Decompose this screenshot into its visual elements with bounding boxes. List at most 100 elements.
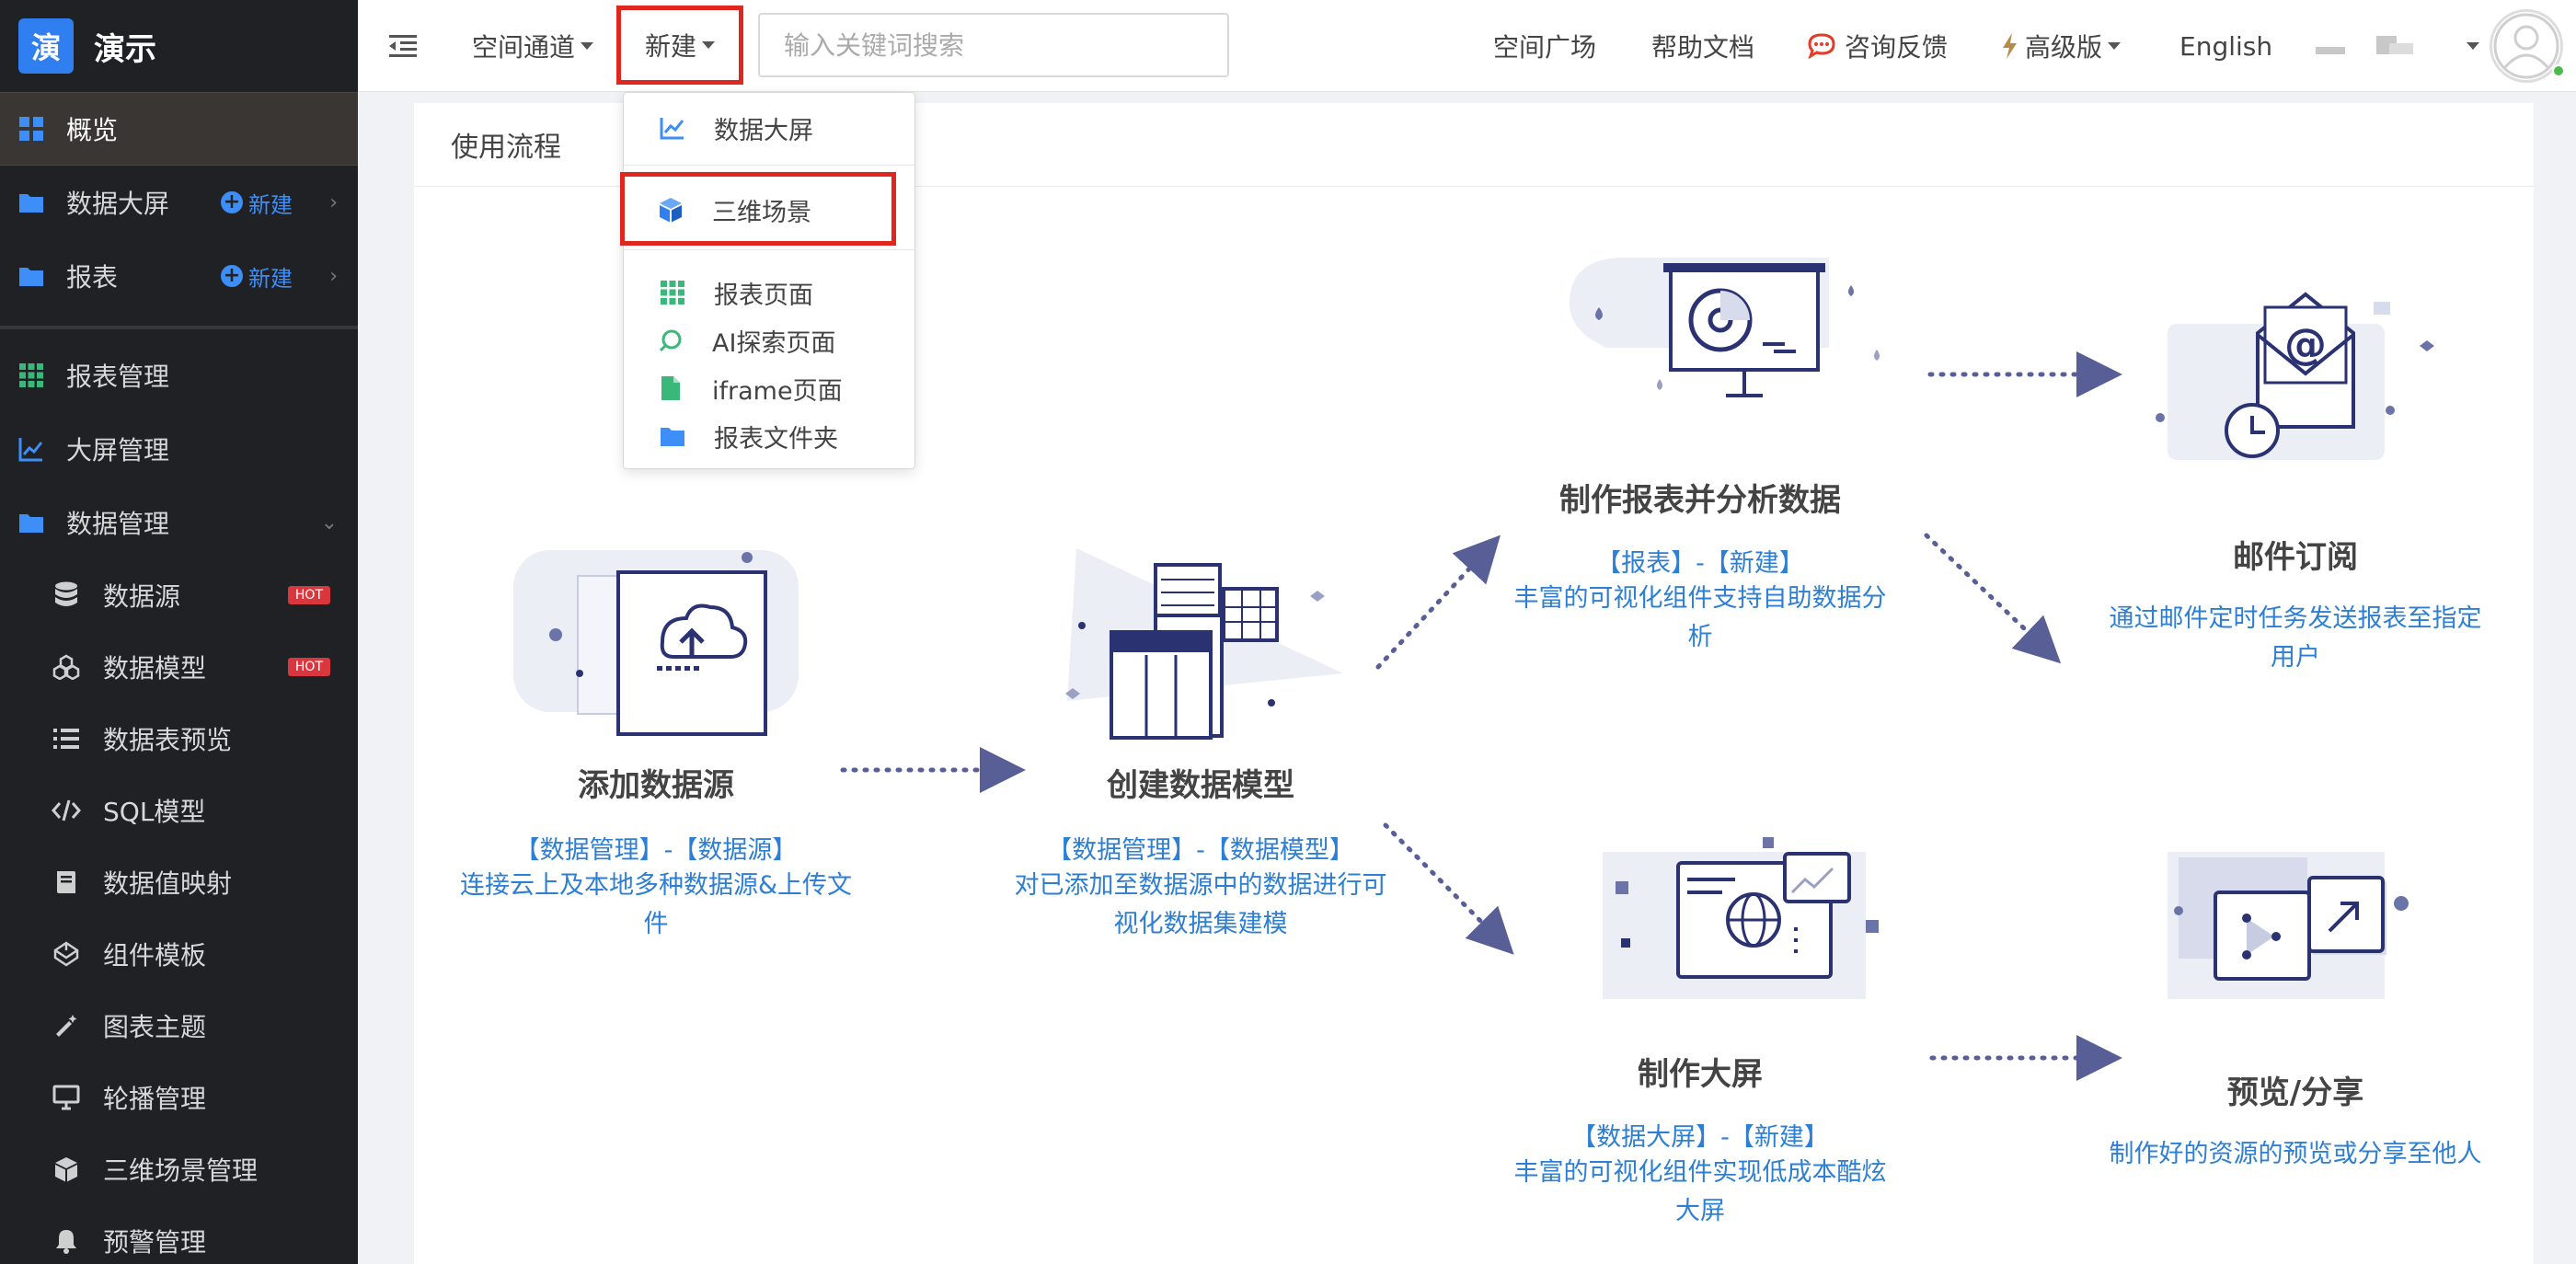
step-dashboard-tag[interactable]: 【数据大屏】-【新建】 (1496, 1117, 1904, 1153)
menu-item-label: iframe页面 (712, 376, 843, 406)
chevron-down-icon[interactable]: ⌄ (321, 511, 338, 534)
magic-wand-icon (52, 1011, 81, 1040)
desc-line: 析 (1687, 623, 1713, 651)
code-icon (52, 796, 81, 825)
sidebar-item-label: 数据表预览 (103, 725, 233, 755)
online-status-dot (2552, 64, 2565, 77)
edition-label: 高级版 (2025, 32, 2103, 63)
folder-icon (17, 188, 46, 217)
sidebar-item-datasource[interactable]: 数据源 HOT (0, 559, 358, 631)
new-link-label: 新建 (248, 191, 293, 218)
sidebar-item-chart-theme[interactable]: 图表主题 (0, 990, 358, 1062)
new-report-link[interactable]: + 新建 (221, 260, 293, 293)
step-report-analysis-tag[interactable]: 【报表】-【新建】 (1496, 543, 1904, 579)
cubes-icon (52, 652, 81, 682)
caret-down-icon (2108, 42, 2122, 50)
grid-icon (659, 279, 686, 306)
brand[interactable]: 演 演示 (0, 0, 358, 92)
menu-highlight-box (620, 172, 896, 246)
sidebar-item-label: 轮播管理 (103, 1084, 207, 1114)
step-email-subscription-desc: 通过邮件定时任务发送报表至指定 用户 (2094, 600, 2497, 677)
search-input[interactable] (758, 13, 1229, 77)
account-caret[interactable] (2461, 0, 2479, 92)
sidebar-item-label: SQL模型 (103, 797, 206, 827)
menu-item-data-screen[interactable]: 数据大屏 (624, 104, 914, 152)
sidebar-item-label: 预警管理 (103, 1227, 207, 1258)
menu-item-ai-explore[interactable]: AI探索页面 (624, 316, 914, 364)
sidebar-item-label: 概览 (66, 115, 119, 145)
desc-line: 丰富的可视化组件实现低成本酷炫 (1513, 1158, 1887, 1187)
caret-down-icon (581, 42, 594, 50)
desc-line: 连接云上及本地多种数据源&上传文 (459, 871, 853, 900)
sidebar-item-screen-management[interactable]: 大屏管理 (0, 412, 358, 486)
menu-item-label: AI探索页面 (712, 328, 836, 358)
menu-item-report-page[interactable]: 报表页面 (624, 269, 914, 316)
sidebar-item-value-mapping[interactable]: 数据值映射 (0, 846, 358, 918)
new-data-screen-link[interactable]: + 新建 (221, 187, 293, 219)
plus-icon: + (221, 191, 243, 213)
menu-item-report-folder[interactable]: 报表文件夹 (624, 412, 914, 460)
step-report-analysis-title: 制作报表并分析数据 (1559, 482, 1841, 519)
desc-line: 大屏 (1675, 1197, 1725, 1225)
desc-line: 丰富的可视化组件支持自助数据分 (1513, 584, 1887, 613)
step-preview-share-desc: 制作好的资源的预览或分享至他人 (2094, 1135, 2497, 1174)
sidebar-item-3d-scene-management[interactable]: 三维场景管理 (0, 1133, 358, 1205)
step-create-model-tag[interactable]: 【数据管理】-【数据模型】 (962, 830, 1439, 866)
desc-line: 通过邮件定时任务发送报表至指定 (2109, 604, 2482, 633)
feedback-label: 咨询反馈 (1845, 32, 1949, 63)
database-icon (52, 580, 81, 610)
desc-line: 用户 (2271, 643, 2320, 672)
menu-item-label: 报表文件夹 (714, 424, 838, 454)
bell-icon (52, 1226, 81, 1256)
sidebar-item-alert-management[interactable]: 预警管理 (0, 1205, 358, 1264)
sidebar-item-component-template[interactable]: 组件模板 (0, 918, 358, 990)
caret-down-icon (2467, 42, 2479, 50)
datasource-illustration (513, 550, 799, 736)
brand-name: 演示 (94, 30, 156, 68)
folder-icon (17, 508, 46, 537)
report-analysis-illustration (1570, 258, 1880, 397)
space-channel-dropdown[interactable]: 空间通道 (472, 0, 594, 92)
preview-share-illustration (2168, 852, 2409, 999)
menu-item-label: 数据大屏 (714, 116, 813, 145)
step-create-model-title: 创建数据模型 (1107, 767, 1294, 804)
list-icon (52, 724, 81, 753)
sidebar-item-overview[interactable]: 概览 (0, 92, 358, 166)
sidebar-item-carousel[interactable]: 轮播管理 (0, 1062, 358, 1133)
menu-item-iframe-page[interactable]: iframe页面 (624, 364, 914, 412)
sidebar-item-label: 报表管理 (66, 362, 170, 392)
caret-down-icon (702, 41, 715, 49)
step-email-subscription-title: 邮件订阅 (2233, 539, 2358, 576)
step-dashboard-desc: 丰富的可视化组件实现低成本酷炫 大屏 (1496, 1154, 1904, 1231)
workspace-placeholder-icon (2316, 0, 2472, 92)
sidebar-item-sql-model[interactable]: SQL模型 (0, 775, 358, 846)
edition-dropdown[interactable]: 高级版 (2001, 0, 2122, 92)
chat-bubble-icon (1808, 33, 1835, 59)
sidebar: 演 演示 概览 数据大屏 + 新建 › 报表 + 新建 › 报表管理 大屏管理 … (0, 0, 358, 1264)
sidebar-item-label: 大屏管理 (66, 435, 170, 465)
sidebar-item-label: 数据值映射 (103, 868, 233, 899)
language-switch[interactable]: English (2179, 0, 2272, 92)
space-square-link[interactable]: 空间广场 (1493, 0, 1596, 92)
step-add-datasource-tag[interactable]: 【数据管理】-【数据源】 (414, 830, 898, 866)
help-docs-link[interactable]: 帮助文档 (1651, 0, 1754, 92)
monitor-icon (52, 1083, 81, 1112)
line-chart-icon (17, 434, 46, 464)
top-header: 空间通道 新建 空间广场 帮助文档 咨询反馈 高级版 English (358, 0, 2576, 92)
sidebar-item-data-screen[interactable]: 数据大屏 + 新建 › (0, 166, 358, 239)
chevron-right-icon[interactable]: › (329, 265, 338, 288)
feedback-link[interactable]: 咨询反馈 (1808, 0, 1948, 92)
collapse-sidebar-icon[interactable] (389, 0, 417, 92)
file-icon (657, 374, 684, 402)
chevron-right-icon[interactable]: › (329, 191, 338, 214)
line-chart-icon (659, 114, 686, 142)
new-dropdown-menu: 数据大屏 三维场景 报表页面 AI探索页面 iframe页面 报表文件夹 (620, 92, 915, 469)
new-link-label: 新建 (248, 265, 293, 292)
sidebar-item-label: 数据管理 (66, 509, 170, 539)
new-button[interactable]: 新建 (616, 6, 743, 85)
sidebar-item-table-preview[interactable]: 数据表预览 (0, 703, 358, 775)
sidebar-item-data-management[interactable]: 数据管理 ⌄ (0, 486, 358, 559)
sidebar-item-report-management[interactable]: 报表管理 (0, 339, 358, 412)
sidebar-item-data-model[interactable]: 数据模型 HOT (0, 631, 358, 703)
sidebar-item-report[interactable]: 报表 + 新建 › (0, 239, 358, 313)
